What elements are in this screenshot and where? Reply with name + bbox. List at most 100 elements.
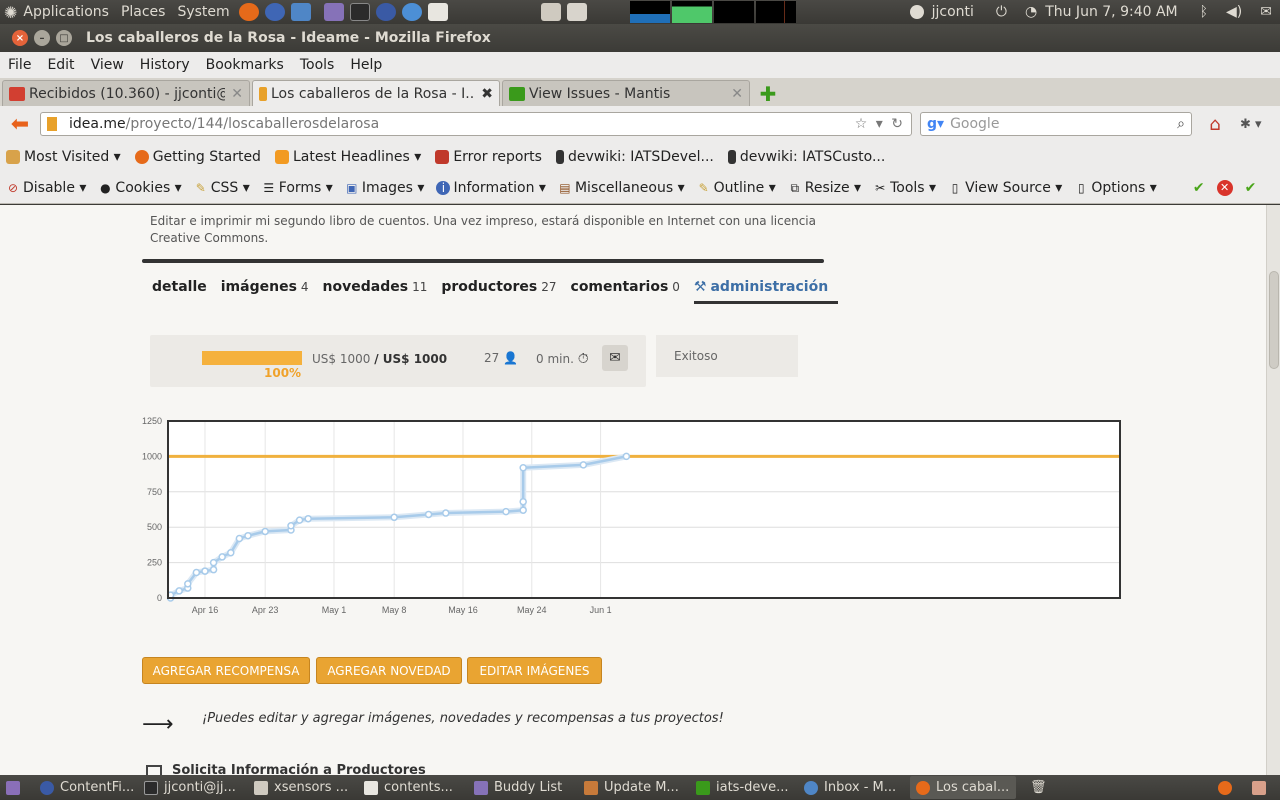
volume-icon[interactable]: ◀)	[1226, 4, 1242, 20]
search-box[interactable]: g▾ Google ⌕	[920, 112, 1192, 136]
panel-user-name[interactable]: jjconti	[932, 4, 974, 20]
trash-icon[interactable]: 🗑	[1024, 776, 1053, 799]
help-launcher-icon[interactable]	[264, 3, 285, 21]
taskbar-item-buddy-list[interactable]: Buddy List	[468, 776, 576, 799]
taskbar-item-contents[interactable]: contents...	[358, 776, 466, 799]
bookmark-most-visited[interactable]: Most Visited ▾	[6, 149, 121, 165]
pidgin-launcher-icon[interactable]	[323, 3, 344, 21]
menu-edit[interactable]: Edit	[39, 57, 82, 73]
ubuntu-logo-icon[interactable]: ✺	[4, 3, 17, 22]
images-icon: ▣	[346, 180, 358, 195]
url-path: /proyecto/144/loscaballerosdelarosa	[125, 116, 380, 132]
resize-icon: ⧉	[790, 180, 800, 195]
search-icon[interactable]: ⌕	[1177, 116, 1185, 132]
add-reward-button[interactable]: Agregar recompensa	[142, 657, 310, 684]
window-close-button[interactable]: ×	[12, 30, 28, 46]
menu-bookmarks[interactable]: Bookmarks	[198, 57, 292, 73]
top-panel: ✺ Applications Places System jjconti ⏻ ◔…	[0, 0, 1280, 24]
taskbar-item-xsensors[interactable]: xsensors ...	[248, 776, 356, 799]
tray-workspace-icon[interactable]	[1246, 776, 1278, 799]
dev-disable-menu[interactable]: ⊘ Disable ▾	[6, 180, 86, 196]
taskbar-item-inbox[interactable]: Inbox - M...	[798, 776, 908, 799]
css-valid-check-icon[interactable]: ✔	[1193, 180, 1205, 196]
scrollbar-thumb[interactable]	[1269, 271, 1279, 369]
site-identity-icon[interactable]	[47, 117, 57, 131]
taskbar-item-firefox[interactable]: Los cabal...	[910, 776, 1016, 799]
mail-indicator-icon[interactable]: ✉	[1260, 4, 1272, 20]
nav-productores[interactable]: productores 27	[441, 279, 556, 295]
nav-detalle[interactable]: detalle	[152, 279, 207, 295]
panel-clock[interactable]: Thu Jun 7, 9:40 AM	[1045, 4, 1177, 20]
terminal-launcher-icon[interactable]	[349, 3, 370, 21]
home-icon[interactable]: ⌂	[1202, 114, 1228, 135]
dev-information-menu[interactable]: i Information ▾	[436, 180, 546, 196]
funding-stats: 100% US$ 1000 / US$ 1000 27 👤 0 min. ⏱ ✉	[150, 335, 646, 387]
edit-images-button[interactable]: Editar imágenes	[467, 657, 602, 684]
menu-help[interactable]: Help	[342, 57, 390, 73]
page-scrollbar[interactable]	[1266, 205, 1280, 775]
menu-file[interactable]: File	[0, 57, 39, 73]
places-menu[interactable]: Places	[115, 4, 172, 20]
taskbar-item-iats[interactable]: iats-deve...	[690, 776, 796, 799]
add-news-button[interactable]: Agregar novedad	[316, 657, 462, 684]
url-bar-actions[interactable]: ☆ ▾ ↻	[855, 116, 905, 132]
menu-view[interactable]: View	[83, 57, 132, 73]
dev-options-menu[interactable]: ▯ Options ▾	[1074, 180, 1157, 196]
bookmark-latest-headlines[interactable]: Latest Headlines ▾	[274, 149, 421, 165]
nav-imagenes[interactable]: imágenes 4	[221, 279, 309, 295]
addon-bug-icon[interactable]: ✱ ▾	[1240, 117, 1262, 132]
js-error-icon[interactable]: ✕	[1216, 179, 1233, 196]
dev-cookies-menu[interactable]: ● Cookies ▾	[98, 180, 182, 196]
dev-resize-menu[interactable]: ⧉ Resize ▾	[788, 180, 861, 196]
globe-launcher-icon[interactable]	[375, 3, 396, 21]
new-tab-plus-icon[interactable]: ✚	[756, 82, 780, 106]
wifi-icon[interactable]: ◔	[1025, 4, 1037, 20]
window-maximize-button[interactable]: □	[56, 30, 72, 46]
bookmark-devwiki-custo[interactable]: devwiki: IATSCusto...	[727, 149, 885, 165]
sensors-applet-icon[interactable]	[566, 3, 587, 21]
firefox-launcher-icon[interactable]	[238, 3, 259, 21]
taskbar-item-terminal[interactable]: jjconti@jj...	[138, 776, 246, 799]
tab-close-icon[interactable]: ✕	[231, 86, 243, 102]
nav-administracion[interactable]: ⚒ administración	[693, 279, 839, 304]
envelope-button[interactable]: ✉	[602, 345, 628, 371]
tab-mantis[interactable]: View Issues - Mantis ✕	[502, 80, 750, 106]
bookmark-getting-started[interactable]: Getting Started	[134, 149, 261, 165]
applications-menu[interactable]: Applications	[17, 4, 115, 20]
tab-close-icon[interactable]: ✖	[481, 86, 493, 102]
dev-tools-menu[interactable]: ✂ Tools ▾	[873, 180, 936, 196]
window-minimize-button[interactable]: –	[34, 30, 50, 46]
chrome-launcher-icon[interactable]	[401, 3, 422, 21]
dev-outline-menu[interactable]: ✎ Outline ▾	[697, 180, 776, 196]
editor-launcher-icon[interactable]	[427, 3, 448, 21]
taskbar-item-contentfi[interactable]: ContentFi...	[34, 776, 136, 799]
bluetooth-icon[interactable]: ᛒ	[1200, 4, 1208, 20]
google-engine-icon[interactable]: g▾	[927, 116, 944, 132]
request-info-section[interactable]: Solicita Información a Productores	[146, 763, 426, 775]
nav-comentarios[interactable]: comentarios 0	[571, 279, 680, 295]
system-menu[interactable]: System	[171, 4, 235, 20]
tray-firefox-icon[interactable]	[1212, 776, 1244, 799]
nav-novedades[interactable]: novedades 11	[323, 279, 428, 295]
back-arrow-icon[interactable]: ⬅	[6, 111, 34, 137]
tab-gmail[interactable]: Recibidos (10.360) - jjconti@... ✕	[2, 80, 250, 106]
menu-history[interactable]: History	[132, 57, 198, 73]
dev-label: Resize	[804, 179, 850, 196]
dev-forms-menu[interactable]: ☰ Forms ▾	[262, 180, 332, 196]
bookmark-error-reports[interactable]: Error reports	[435, 149, 542, 165]
thunderbird-launcher-icon[interactable]	[290, 3, 311, 21]
dev-miscellaneous-menu[interactable]: ▤ Miscellaneous ▾	[558, 180, 684, 196]
tab-ideame[interactable]: Los caballeros de la Rosa - I... ✖	[252, 80, 500, 106]
show-desktop-icon[interactable]	[0, 776, 32, 799]
dev-view-source-menu[interactable]: ▯ View Source ▾	[948, 180, 1063, 196]
menu-tools[interactable]: Tools	[292, 57, 343, 73]
dev-images-menu[interactable]: ▣ Images ▾	[345, 180, 424, 196]
tab-close-icon[interactable]: ✕	[731, 86, 743, 102]
url-bar[interactable]: idea.me /proyecto/144/loscaballerosdelar…	[40, 112, 912, 136]
notes-applet-icon[interactable]	[540, 3, 561, 21]
power-icon[interactable]: ⏻	[996, 4, 1007, 20]
dev-css-menu[interactable]: ✎ CSS ▾	[194, 180, 250, 196]
taskbar-item-update-manager[interactable]: Update M...	[578, 776, 688, 799]
html-valid-check-icon[interactable]: ✔	[1245, 180, 1257, 196]
bookmark-devwiki-devel[interactable]: devwiki: IATSDevel...	[555, 149, 714, 165]
